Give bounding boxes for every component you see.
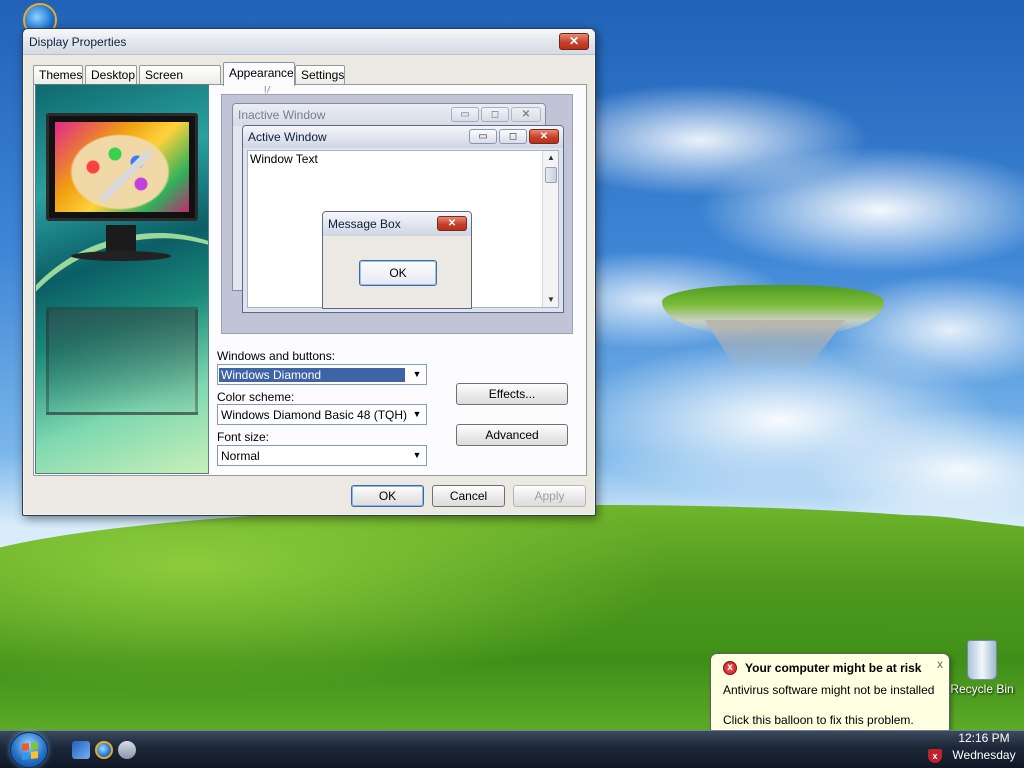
monitor-base (71, 251, 171, 261)
taskbar (0, 730, 1024, 768)
appearance-sidebar-image (35, 84, 209, 474)
preview-scrollbar: ▲ ▼ (542, 151, 558, 307)
inactive-window-titlebar: Inactive Window ▭ ◻ ✕ (233, 104, 545, 126)
message-box-titlebar: Message Box ✕ (323, 212, 471, 236)
message-box-title: Message Box (328, 217, 401, 231)
start-button[interactable] (10, 732, 48, 768)
cancel-button[interactable]: Cancel (432, 485, 505, 507)
balloon-title: Your computer might be at risk (745, 661, 922, 675)
chevron-down-icon: ▼ (412, 409, 422, 419)
monitor-stand (106, 225, 136, 253)
chevron-down-icon: ▼ (412, 369, 422, 379)
active-window-title: Active Window (248, 130, 327, 144)
monitor-reflection (46, 307, 198, 415)
security-warning-icon: x (723, 661, 737, 675)
balloon-close-button[interactable]: x (937, 657, 943, 671)
scroll-up-icon: ▲ (547, 153, 555, 162)
quicklaunch-internet-explorer-icon[interactable] (95, 741, 113, 759)
font-size-label: Font size: (217, 430, 270, 444)
message-box-ok-button: OK (359, 260, 437, 286)
security-center-tray-icon[interactable]: x (928, 749, 942, 763)
close-icon: ✕ (437, 216, 467, 231)
tab-settings[interactable]: Settings (295, 65, 345, 85)
recycle-bin-label: Recycle Bin (950, 682, 1014, 696)
close-icon: ✕ (529, 129, 559, 144)
recycle-bin-icon (967, 640, 997, 680)
desktop-icon-recycle-bin[interactable]: Recycle Bin (940, 640, 1024, 696)
clock-time: 12:16 PM (958, 731, 1010, 745)
dialog-title: Display Properties (29, 35, 127, 49)
effects-button[interactable]: Effects... (456, 383, 568, 405)
font-size-select[interactable]: Normal ▼ (217, 445, 427, 466)
windows-and-buttons-value: Windows Diamond (218, 367, 406, 383)
active-window-titlebar: Active Window ▭ ◻ ✕ (243, 126, 563, 148)
close-icon: ✕ (511, 107, 541, 122)
quicklaunch-show-desktop-icon[interactable] (72, 741, 90, 759)
appearance-preview: Inactive Window ▭ ◻ ✕ Active Window ▭ ◻ … (221, 94, 573, 334)
monitor-icon (46, 113, 198, 221)
tab-appearance[interactable]: Appearance (223, 62, 295, 86)
minimize-icon: ▭ (451, 107, 479, 122)
tab-themes[interactable]: Themes (33, 65, 83, 85)
maximize-icon: ◻ (499, 129, 527, 144)
windows-logo-icon (22, 742, 38, 760)
scroll-thumb (545, 167, 557, 183)
font-size-value: Normal (221, 449, 260, 463)
inactive-window-title: Inactive Window (238, 108, 326, 122)
quicklaunch-switch-windows-icon[interactable] (118, 741, 136, 759)
wallpaper-island-rock (705, 320, 845, 375)
advanced-button[interactable]: Advanced (456, 424, 568, 446)
balloon-line-1: Antivirus software might not be installe… (723, 683, 935, 697)
window-text: Window Text (250, 152, 318, 166)
dialog-titlebar[interactable]: Display Properties ✕ (23, 29, 595, 55)
apply-button[interactable]: Apply (513, 485, 586, 507)
inactive-caption-buttons: ▭ ◻ ✕ (451, 107, 541, 123)
display-properties-dialog: Display Properties ✕ Themes Desktop Scre… (22, 28, 596, 516)
ok-button[interactable]: OK (351, 485, 424, 507)
tab-screen-saver[interactable]: Screen Saver (139, 65, 221, 100)
tab-desktop[interactable]: Desktop (85, 65, 137, 85)
maximize-icon: ◻ (481, 107, 509, 122)
scroll-down-icon: ▼ (547, 295, 555, 304)
color-scheme-value: Windows Diamond Basic 48 (TQH) (221, 408, 408, 422)
chevron-down-icon: ▼ (412, 450, 422, 460)
color-scheme-select[interactable]: Windows Diamond Basic 48 (TQH) ▼ (217, 404, 427, 425)
active-caption-buttons: ▭ ◻ ✕ (469, 129, 559, 145)
windows-and-buttons-select[interactable]: Windows Diamond ▼ (217, 364, 427, 385)
minimize-icon: ▭ (469, 129, 497, 144)
security-balloon[interactable]: x Your computer might be at risk x Antiv… (710, 653, 950, 735)
taskbar-clock[interactable]: 12:16 PM Wednesday (948, 730, 1020, 764)
windows-and-buttons-label: Windows and buttons: (217, 349, 336, 363)
clock-day: Wednesday (952, 748, 1016, 762)
color-scheme-label: Color scheme: (217, 390, 295, 404)
balloon-line-2: Click this balloon to fix this problem. (723, 713, 914, 727)
preview-message-box: Message Box ✕ OK (322, 211, 472, 309)
paint-palette-icon (55, 122, 189, 212)
dialog-close-button[interactable]: ✕ (559, 33, 589, 50)
